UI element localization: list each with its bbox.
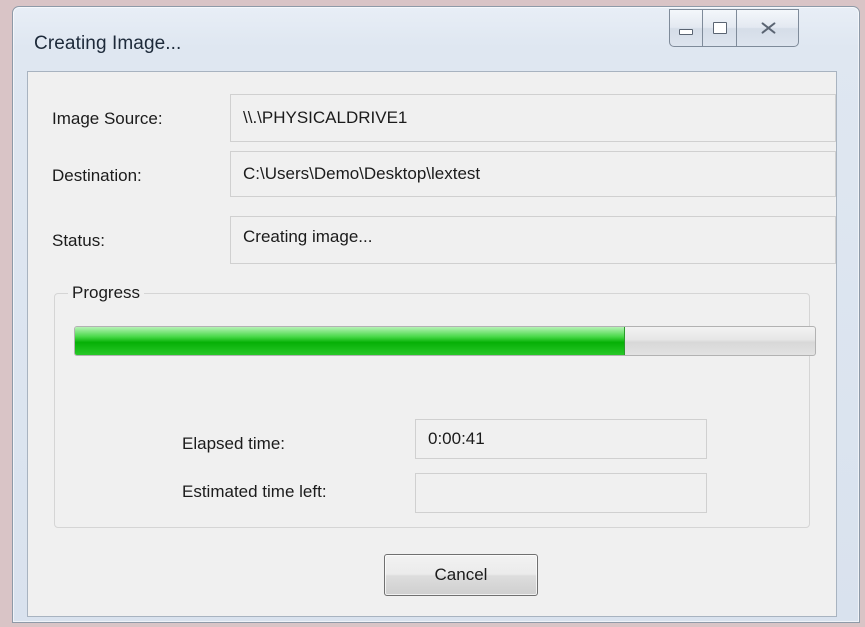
minimize-icon xyxy=(679,29,693,35)
elapsed-time-field: 0:00:41 xyxy=(415,419,707,459)
close-icon xyxy=(759,21,777,35)
title-bar[interactable]: Creating Image... xyxy=(13,7,859,67)
time-left-label: Estimated time left: xyxy=(182,482,327,501)
dialog-body: Image Source: \\.\PHYSICALDRIVE1 Destina… xyxy=(27,71,837,617)
progress-bar xyxy=(74,326,816,356)
maximize-icon xyxy=(712,22,727,34)
dialog-window: Creating Image... Image Source: \\.\PHYS… xyxy=(12,6,860,623)
progress-group-label: Progress xyxy=(68,283,145,303)
elapsed-time-label: Elapsed time: xyxy=(182,434,285,453)
window-title: Creating Image... xyxy=(34,33,182,54)
status-label: Status: xyxy=(52,231,105,250)
destination-field: C:\Users\Demo\Desktop\lextest xyxy=(230,151,836,197)
image-source-field: \\.\PHYSICALDRIVE1 xyxy=(230,94,836,142)
minimize-button[interactable] xyxy=(669,9,703,47)
status-field: Creating image... xyxy=(230,216,836,264)
progress-bar-fill xyxy=(75,327,625,355)
time-left-field xyxy=(415,473,707,513)
maximize-button[interactable] xyxy=(703,9,737,47)
cancel-button[interactable]: Cancel xyxy=(384,554,538,596)
close-button[interactable] xyxy=(737,9,799,47)
image-source-label: Image Source: xyxy=(52,109,163,128)
destination-label: Destination: xyxy=(52,166,142,185)
caption-buttons xyxy=(669,9,799,47)
